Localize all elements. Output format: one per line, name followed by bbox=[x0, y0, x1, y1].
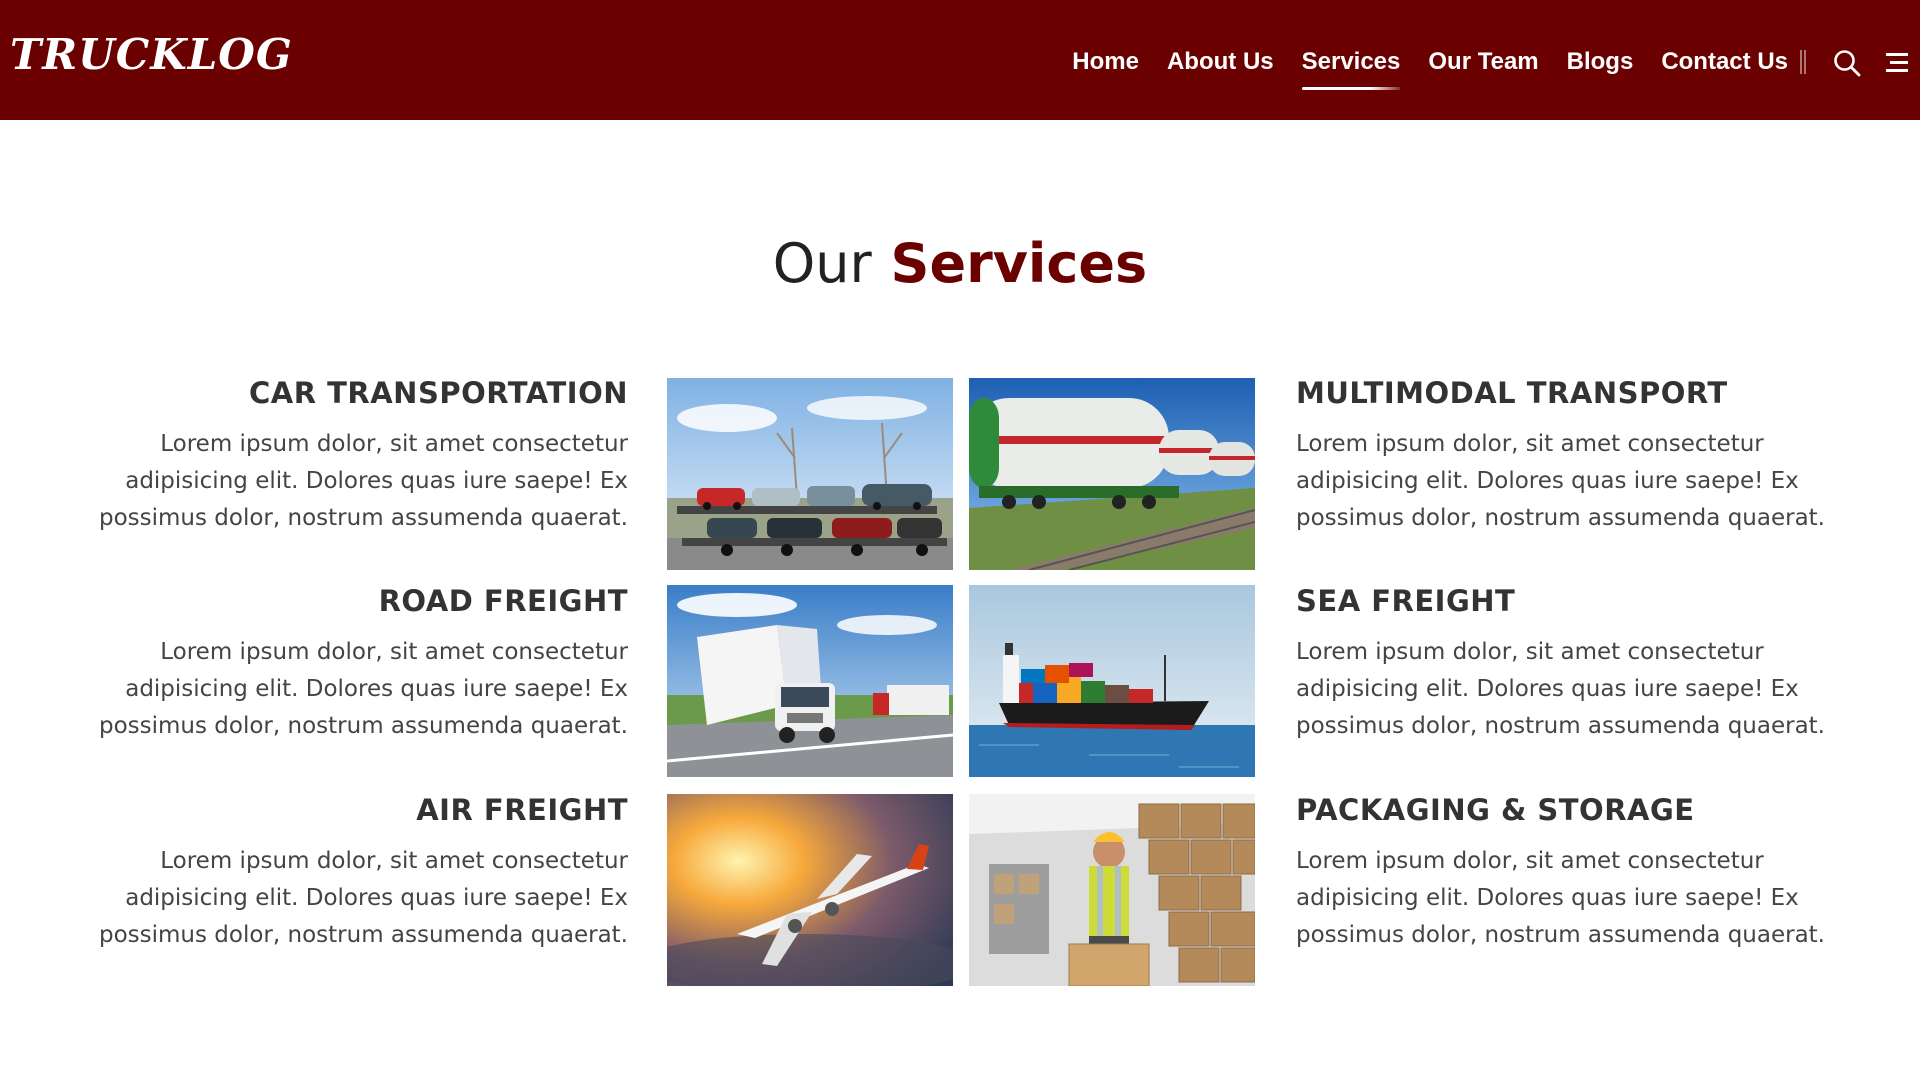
service-title: CAR TRANSPORTATION bbox=[248, 376, 628, 410]
service-packaging-storage: PACKAGING & STORAGE Lorem ipsum dolor, s… bbox=[1296, 793, 1920, 954]
service-road-freight: ROAD FREIGHT Lorem ipsum dolor, sit amet… bbox=[0, 584, 628, 745]
service-sea-freight: SEA FREIGHT Lorem ipsum dolor, sit amet … bbox=[1296, 584, 1920, 745]
service-text: Lorem ipsum dolor, sit amet consectetur … bbox=[99, 848, 628, 948]
air-freight-plane-image bbox=[667, 794, 953, 986]
service-text: Lorem ipsum dolor, sit amet consectetur … bbox=[1296, 431, 1825, 531]
nav-home[interactable]: Home bbox=[1072, 44, 1139, 80]
service-text: Lorem ipsum dolor, sit amet consectetur … bbox=[99, 431, 628, 531]
road-freight-truck-image bbox=[667, 585, 953, 777]
service-air-freight: AIR FREIGHT Lorem ipsum dolor, sit amet … bbox=[0, 793, 628, 954]
service-title: ROAD FREIGHT bbox=[378, 584, 628, 618]
sea-freight-ship-image bbox=[969, 585, 1255, 777]
section-title-accent: Services bbox=[890, 232, 1148, 295]
main-nav: Home About Us Services Our Team Blogs Co… bbox=[1044, 44, 1788, 90]
service-title: SEA FREIGHT bbox=[1296, 584, 1516, 618]
service-multimodal-transport: MULTIMODAL TRANSPORT Lorem ipsum dolor, … bbox=[1296, 376, 1920, 537]
section-title: Our Services bbox=[0, 232, 1920, 295]
service-title: MULTIMODAL TRANSPORT bbox=[1296, 376, 1728, 410]
multimodal-train-image bbox=[969, 378, 1255, 570]
section-title-plain: Our bbox=[772, 232, 872, 295]
car-transport-image bbox=[667, 378, 953, 570]
nav-divider bbox=[1800, 50, 1806, 74]
service-title: AIR FREIGHT bbox=[416, 793, 628, 827]
nav-about-us[interactable]: About Us bbox=[1167, 44, 1274, 80]
nav-our-team[interactable]: Our Team bbox=[1428, 44, 1538, 80]
service-car-transportation: CAR TRANSPORTATION Lorem ipsum dolor, si… bbox=[0, 376, 628, 537]
nav-services[interactable]: Services bbox=[1301, 44, 1400, 90]
nav-blogs[interactable]: Blogs bbox=[1567, 44, 1634, 80]
service-title: PACKAGING & STORAGE bbox=[1296, 793, 1695, 827]
service-text: Lorem ipsum dolor, sit amet consectetur … bbox=[1296, 848, 1825, 948]
menu-icon[interactable] bbox=[1884, 50, 1910, 76]
search-icon[interactable] bbox=[1832, 48, 1862, 78]
top-navbar: TRUCKLOG Home About Us Services Our Team… bbox=[0, 0, 1920, 120]
service-text: Lorem ipsum dolor, sit amet consectetur … bbox=[99, 639, 628, 739]
brand-logo[interactable]: TRUCKLOG bbox=[10, 30, 293, 79]
packaging-storage-image bbox=[969, 794, 1255, 986]
service-text: Lorem ipsum dolor, sit amet consectetur … bbox=[1296, 639, 1825, 739]
nav-contact-us[interactable]: Contact Us bbox=[1661, 44, 1788, 80]
